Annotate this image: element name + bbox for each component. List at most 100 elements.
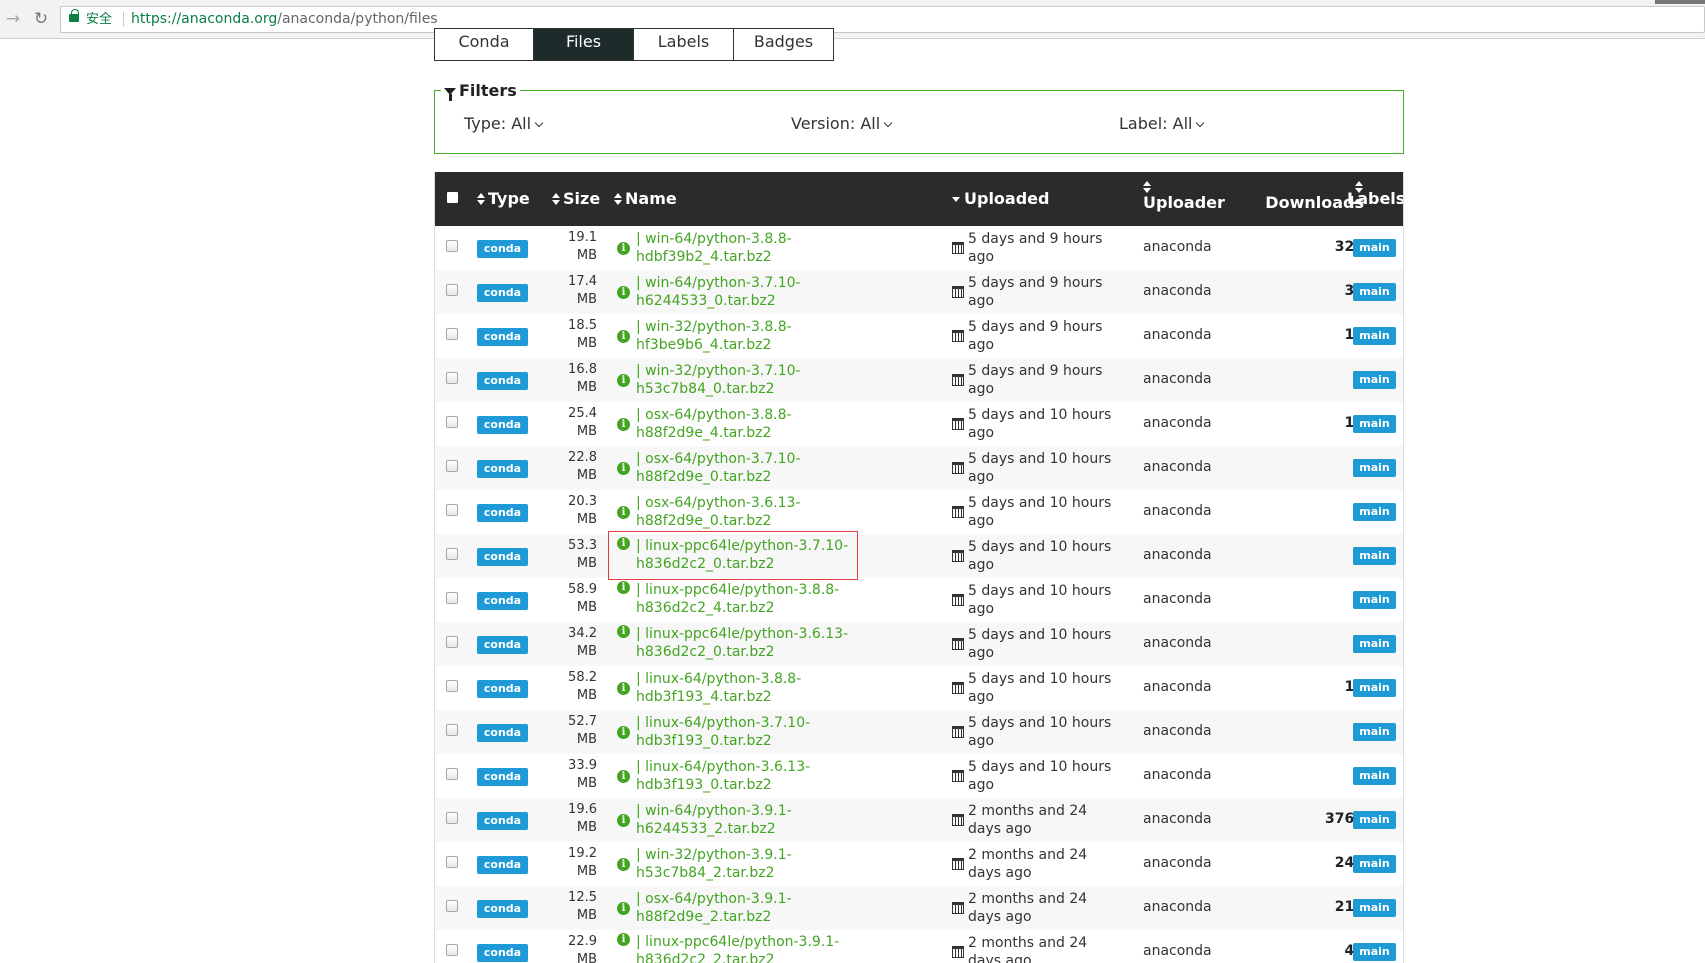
uploader[interactable]: anaconda — [1143, 723, 1212, 739]
url-text[interactable]: https://anaconda.org/anaconda/python/fil… — [131, 7, 438, 32]
uploader[interactable]: anaconda — [1143, 371, 1212, 387]
label-badge[interactable]: main — [1353, 547, 1396, 565]
file-name[interactable]: i | linux-ppc64le/python-3.9.1-h836d2c2_2… — [614, 930, 924, 963]
uploader[interactable]: anaconda — [1143, 459, 1212, 475]
tab-conda[interactable]: Conda — [434, 28, 534, 61]
file-name[interactable]: i | win-32/python-3.7.10-h53c7b84_0.tar.b… — [614, 358, 924, 402]
file-name[interactable]: i | win-32/python-3.8.8-hf3be9b6_4.tar.bz… — [614, 314, 924, 358]
row-checkbox[interactable] — [446, 328, 458, 340]
row-checkbox[interactable] — [446, 680, 458, 692]
row-checkbox[interactable] — [446, 900, 458, 912]
uploader[interactable]: anaconda — [1143, 327, 1212, 343]
header-size[interactable]: Size — [552, 189, 600, 208]
header-uploader[interactable]: Uploader — [1143, 180, 1225, 212]
info-icon[interactable]: i — [617, 285, 630, 299]
label-badge[interactable]: main — [1353, 459, 1396, 477]
file-name-link[interactable]: | osx-64/python-3.6.13-h88f2d9e_0.tar.bz… — [636, 494, 924, 530]
file-name[interactable]: i | win-64/python-3.9.1-h6244533_2.tar.bz… — [614, 798, 924, 842]
row-checkbox[interactable] — [446, 592, 458, 604]
label-badge[interactable]: main — [1353, 503, 1396, 521]
info-icon[interactable]: i — [617, 933, 630, 946]
reload-icon[interactable]: ↻ — [30, 8, 52, 30]
tab-files[interactable]: Files — [534, 28, 634, 61]
info-icon[interactable]: i — [617, 813, 630, 827]
file-name-link[interactable]: | linux-ppc64le/python-3.6.13-h836d2c2_0… — [636, 625, 924, 661]
label-badge[interactable]: main — [1353, 723, 1396, 741]
uploader[interactable]: anaconda — [1143, 415, 1212, 431]
tab-badges[interactable]: Badges — [734, 28, 834, 61]
file-name[interactable]: i | linux-ppc64le/python-3.6.13-h836d2c2_… — [614, 622, 924, 666]
row-checkbox[interactable] — [446, 372, 458, 384]
label-badge[interactable]: main — [1353, 591, 1396, 609]
label-badge[interactable]: main — [1353, 679, 1396, 697]
label-badge[interactable]: main — [1353, 943, 1396, 961]
uploader[interactable]: anaconda — [1143, 239, 1212, 255]
file-name-link[interactable]: | win-64/python-3.7.10-h6244533_0.tar.bz… — [636, 274, 924, 310]
uploader[interactable]: anaconda — [1143, 679, 1212, 695]
header-name[interactable]: Name — [614, 189, 677, 208]
row-checkbox[interactable] — [446, 284, 458, 296]
file-name-link[interactable]: | osx-64/python-3.8.8-h88f2d9e_4.tar.bz2 — [636, 406, 924, 442]
file-name-link[interactable]: | linux-64/python-3.8.8-hdb3f193_4.tar.b… — [636, 670, 924, 706]
info-icon[interactable]: i — [617, 625, 630, 638]
file-name-link[interactable]: | linux-ppc64le/python-3.9.1-h836d2c2_2.… — [636, 933, 924, 963]
file-name-link[interactable]: | win-64/python-3.8.8-hdbf39b2_4.tar.bz2 — [636, 230, 924, 266]
file-name[interactable]: i | win-64/python-3.8.8-hdbf39b2_4.tar.bz… — [614, 226, 924, 270]
header-type[interactable]: Type — [477, 189, 530, 208]
select-all-checkbox[interactable] — [447, 192, 458, 203]
label-filter-dropdown[interactable]: Label: All — [1119, 114, 1205, 133]
label-badge[interactable]: main — [1353, 327, 1396, 345]
file-name-link[interactable]: | win-32/python-3.8.8-hf3be9b6_4.tar.bz2 — [636, 318, 924, 354]
file-name[interactable]: i | linux-ppc64le/python-3.8.8-h836d2c2_4… — [614, 578, 924, 622]
file-name[interactable]: i | linux-64/python-3.6.13-hdb3f193_0.tar… — [614, 754, 924, 798]
uploader[interactable]: anaconda — [1143, 943, 1212, 959]
uploader[interactable]: anaconda — [1143, 635, 1212, 651]
uploader[interactable]: anaconda — [1143, 591, 1212, 607]
info-icon[interactable]: i — [617, 505, 630, 519]
label-badge[interactable]: main — [1353, 239, 1396, 257]
file-name-link[interactable]: | win-64/python-3.9.1-h6244533_2.tar.bz2 — [636, 802, 924, 838]
label-badge[interactable]: main — [1353, 283, 1396, 301]
info-icon[interactable]: i — [617, 417, 630, 431]
file-name[interactable]: i | osx-64/python-3.7.10-h88f2d9e_0.tar.b… — [614, 446, 924, 490]
label-badge[interactable]: main — [1353, 415, 1396, 433]
file-name[interactable]: i | win-64/python-3.7.10-h6244533_0.tar.b… — [614, 270, 924, 314]
row-checkbox[interactable] — [446, 504, 458, 516]
info-icon[interactable]: i — [617, 329, 630, 343]
info-icon[interactable]: i — [617, 461, 630, 475]
file-name[interactable]: i | osx-64/python-3.9.1-h88f2d9e_2.tar.bz… — [614, 886, 924, 930]
file-name[interactable]: i | osx-64/python-3.6.13-h88f2d9e_0.tar.b… — [614, 490, 924, 534]
info-icon[interactable]: i — [617, 241, 630, 255]
info-icon[interactable]: i — [617, 857, 630, 871]
file-name[interactable]: i | linux-64/python-3.7.10-hdb3f193_0.tar… — [614, 710, 924, 754]
version-filter-dropdown[interactable]: Version: All — [791, 114, 893, 133]
uploader[interactable]: anaconda — [1143, 547, 1212, 563]
row-checkbox[interactable] — [446, 768, 458, 780]
address-bar[interactable]: 安全 https://anaconda.org/anaconda/python/… — [60, 6, 1705, 33]
file-name-link[interactable]: | linux-64/python-3.6.13-hdb3f193_0.tar.… — [636, 758, 924, 794]
info-icon[interactable]: i — [617, 725, 630, 739]
info-icon[interactable]: i — [617, 373, 630, 387]
label-badge[interactable]: main — [1353, 855, 1396, 873]
row-checkbox[interactable] — [446, 944, 458, 956]
file-name-link[interactable]: | linux-64/python-3.7.10-hdb3f193_0.tar.… — [636, 714, 924, 750]
uploader[interactable]: anaconda — [1143, 811, 1212, 827]
label-badge[interactable]: main — [1353, 767, 1396, 785]
uploader[interactable]: anaconda — [1143, 855, 1212, 871]
row-checkbox[interactable] — [446, 460, 458, 472]
info-icon[interactable]: i — [617, 901, 630, 915]
file-name[interactable]: i | osx-64/python-3.8.8-h88f2d9e_4.tar.bz… — [614, 402, 924, 446]
row-checkbox[interactable] — [446, 636, 458, 648]
uploader[interactable]: anaconda — [1143, 767, 1212, 783]
file-name-link[interactable]: | osx-64/python-3.9.1-h88f2d9e_2.tar.bz2 — [636, 890, 924, 926]
row-checkbox[interactable] — [446, 724, 458, 736]
label-badge[interactable]: main — [1353, 371, 1396, 389]
info-icon[interactable]: i — [617, 769, 630, 783]
info-icon[interactable]: i — [617, 681, 630, 695]
file-name-link[interactable]: | win-32/python-3.7.10-h53c7b84_0.tar.bz… — [636, 362, 924, 398]
label-badge[interactable]: main — [1353, 811, 1396, 829]
file-name[interactable]: i | win-32/python-3.9.1-h53c7b84_2.tar.bz… — [614, 842, 924, 886]
row-checkbox[interactable] — [446, 548, 458, 560]
label-badge[interactable]: main — [1353, 899, 1396, 917]
tab-labels[interactable]: Labels — [634, 28, 734, 61]
